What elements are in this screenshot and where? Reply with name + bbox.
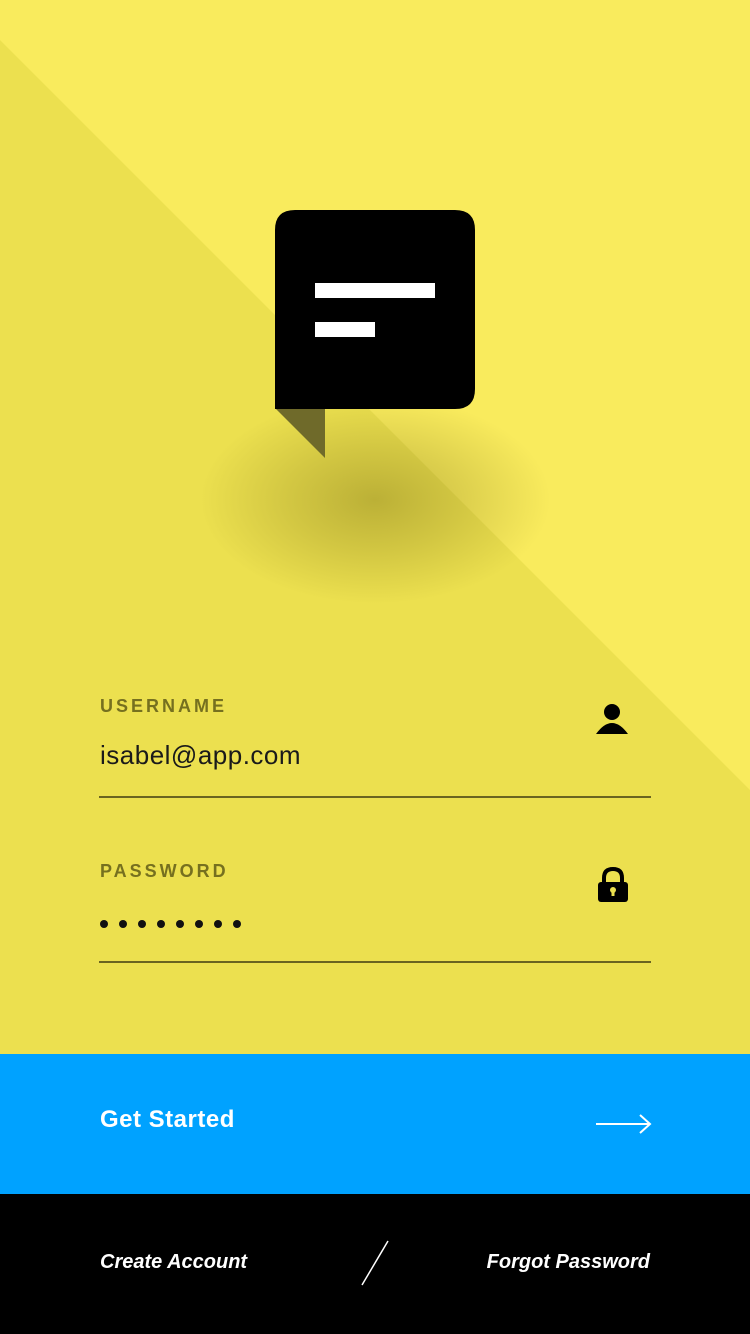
user-icon	[596, 702, 632, 742]
background: USERNAME isabel@app.com PASSWORD	[0, 0, 750, 1054]
lock-icon	[596, 866, 632, 906]
arrow-right-icon	[596, 1112, 652, 1136]
chat-bubble-icon	[275, 210, 475, 460]
get-started-label: Get Started	[100, 1106, 235, 1133]
password-underline	[99, 961, 651, 963]
password-input[interactable]	[100, 920, 241, 928]
username-label: USERNAME	[100, 696, 228, 716]
password-label: PASSWORD	[100, 861, 229, 881]
footer: Create Account Forgot Password	[0, 1194, 750, 1334]
password-dot	[157, 920, 165, 928]
password-dot	[195, 920, 203, 928]
password-dot	[176, 920, 184, 928]
password-dot	[100, 920, 108, 928]
username-underline	[99, 796, 651, 798]
username-field[interactable]: USERNAME isabel@app.com	[99, 693, 651, 799]
password-dot	[119, 920, 127, 928]
password-field[interactable]: PASSWORD	[99, 858, 651, 964]
create-account-link[interactable]: Create Account	[100, 1251, 247, 1274]
password-dot	[233, 920, 241, 928]
password-dot	[214, 920, 222, 928]
slash-divider	[360, 1240, 390, 1286]
get-started-button[interactable]: Get Started	[0, 1054, 750, 1194]
username-input[interactable]: isabel@app.com	[100, 740, 301, 771]
password-dot	[138, 920, 146, 928]
forgot-password-link[interactable]: Forgot Password	[487, 1251, 650, 1274]
